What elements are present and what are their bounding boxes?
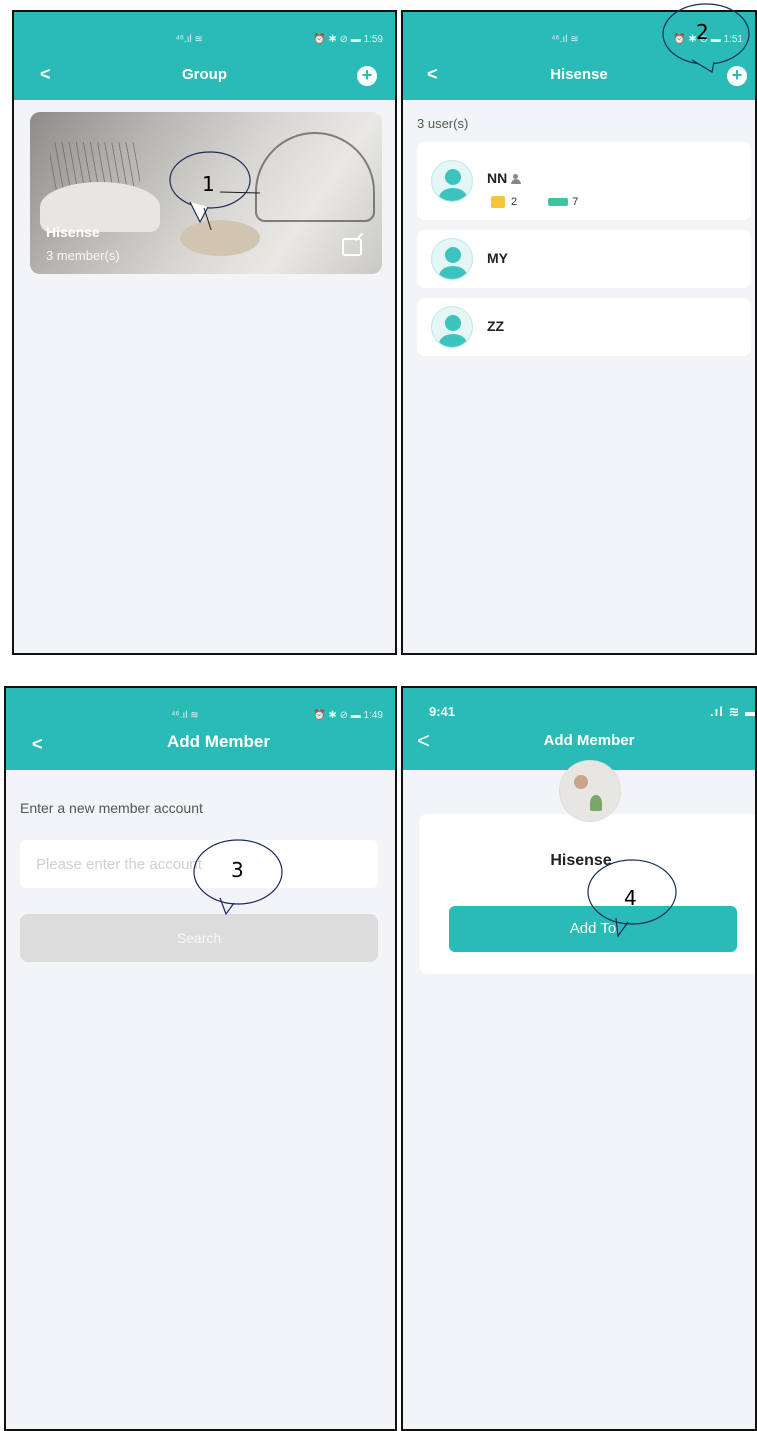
group-detail-screen: ⁴⁶.ıl ≋ ⏰ ✱ ⊘ ▬ 1:51 < Hisense + 3 user(… [401, 10, 757, 655]
callout-number: 3 [231, 858, 244, 882]
user-list-item[interactable]: MY [417, 230, 751, 288]
status-icons: .ıl ≋ ▬ [710, 704, 757, 719]
signal-status: ⁴⁶.ıl ≋ [175, 34, 203, 45]
user-name: ZZ [487, 318, 505, 334]
callout-number: 2 [696, 20, 709, 44]
header-bar: 9:41 .ıl ≋ ▬ < Add Member [403, 688, 755, 770]
signal-status: ⁴⁶.ıl ≋ [171, 710, 199, 721]
page-title: Add Member [167, 732, 270, 751]
user-count: 3 user(s) [417, 116, 469, 131]
group-name: Hisense [46, 224, 100, 240]
user-avatar-icon [431, 306, 473, 348]
add-member-confirm-screen: 9:41 .ıl ≋ ▬ < Add Member Hisense Add To [401, 686, 757, 1431]
card-icon [548, 198, 569, 207]
card-background-image [255, 132, 375, 222]
group-screen: ⁴⁶.ıl ≋ ⏰ ✱ ⊘ ▬ 1:59 < Group + Hisense 3… [12, 10, 397, 655]
member-count: 3 member(s) [46, 248, 120, 263]
page-title: Group [182, 66, 227, 83]
user-name: NN [487, 170, 523, 186]
header-bar: ⁴⁶.ıl ≋ ⏰ ✱ ⊘ ▬ 1:59 < Group + [14, 12, 395, 100]
status-icons: ⏰ ✱ ⊘ ▬ 1:59 [313, 34, 383, 45]
add-member-search-screen: ⁴⁶.ıl ≋ ⏰ ✱ ⊘ ▬ 1:49 < Add Member Enter … [4, 686, 397, 1431]
user-list-item[interactable]: NN 2 7 [417, 142, 751, 220]
status-time: 9:41 [429, 704, 456, 719]
callout-number: 1 [202, 172, 215, 196]
header-bar: ⁴⁶.ıl ≋ ⏰ ✱ ⊘ ▬ 1:49 < Add Member [6, 688, 395, 770]
callout-number: 4 [624, 886, 637, 910]
add-group-button[interactable]: + [357, 66, 377, 86]
door-icon [491, 196, 505, 209]
user-name: MY [487, 250, 508, 266]
status-icons: ⏰ ✱ ⊘ ▬ 1:49 [313, 710, 383, 721]
device-summary: 2 7 [491, 196, 578, 209]
edit-icon[interactable] [342, 238, 362, 256]
admin-icon [511, 174, 523, 185]
user-avatar-icon [431, 238, 473, 280]
user-list-item[interactable]: ZZ [417, 298, 751, 356]
member-name: Hisense [550, 852, 612, 869]
page-title: Add Member [543, 732, 635, 749]
account-prompt: Enter a new member account [20, 800, 203, 816]
search-button[interactable]: Search [20, 914, 378, 962]
user-avatar-icon [431, 160, 473, 202]
group-avatar [559, 760, 621, 822]
signal-status: ⁴⁶.ıl ≋ [551, 34, 579, 45]
